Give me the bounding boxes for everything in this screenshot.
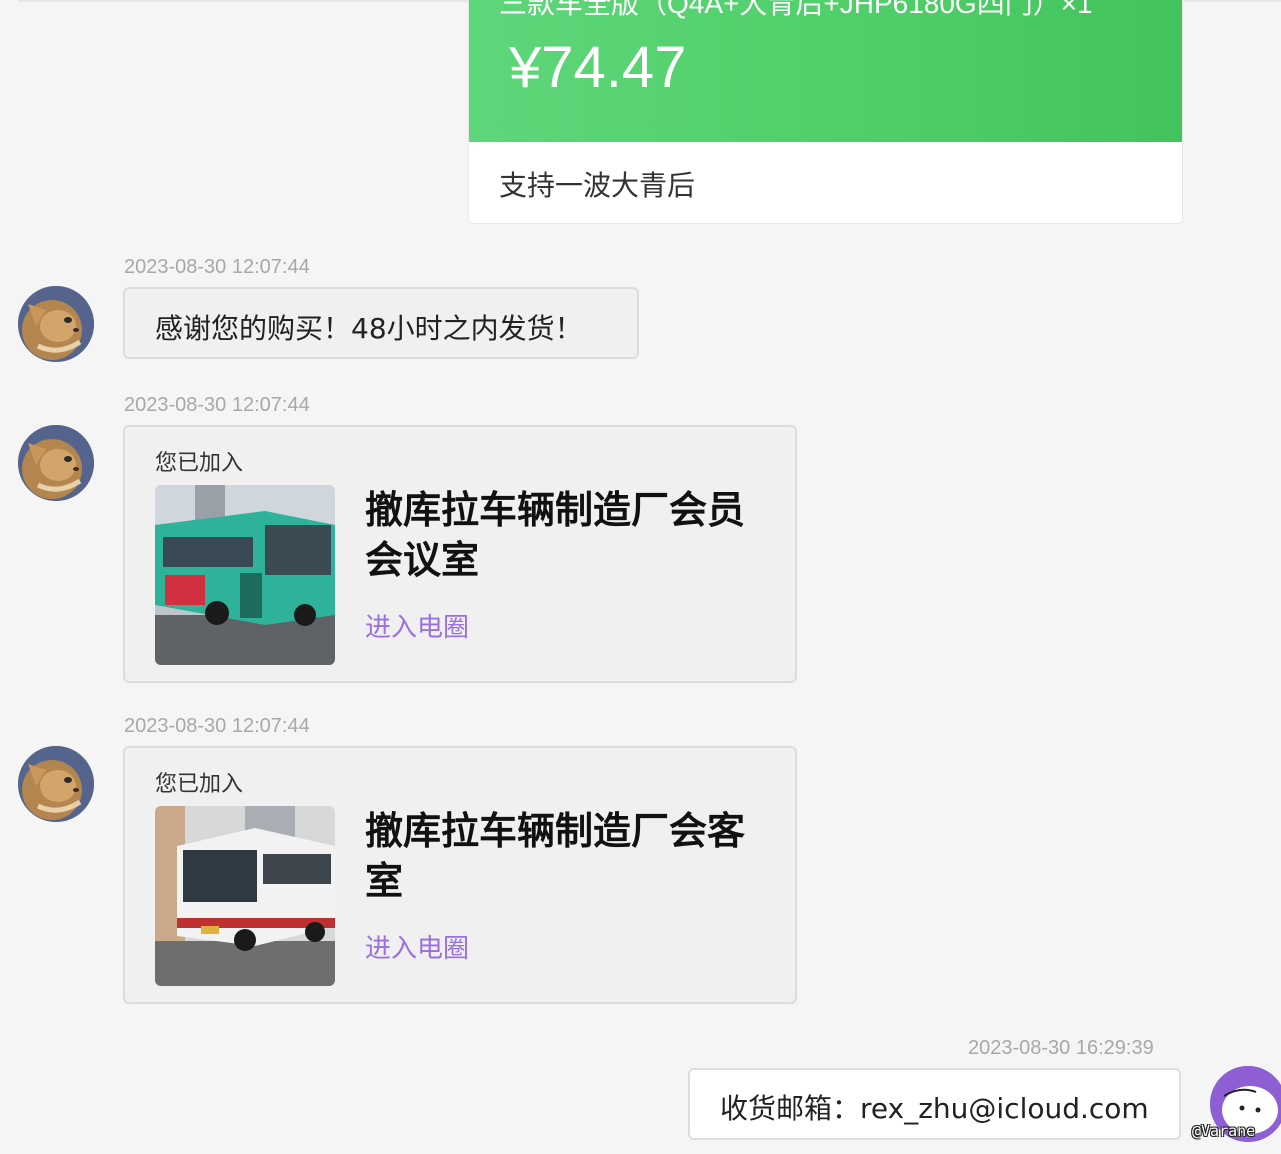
order-card-header: 三款车全版（Q4A+大青后+JHP6180G四门）×1 ¥74.47	[469, 0, 1182, 142]
card-title: 撤库拉车辆制造厂会员会议室	[365, 488, 746, 582]
watermark: @Varane	[1192, 1122, 1256, 1140]
card-label: 您已加入	[155, 772, 244, 797]
message-timestamp: 2023-08-30 16:29:39	[968, 1037, 1154, 1059]
white-bus-thumbnail	[155, 806, 335, 986]
my-chat-bubble-text: 收货邮箱：rex_zhu@icloud.com	[720, 1092, 1149, 1125]
group-invite-card[interactable]: 您已加入 撤库拉车辆制造厂会客室 进入电圈	[123, 746, 797, 1004]
message-timestamp: 2023-08-30 12:07:44	[124, 715, 310, 737]
chat-bubble[interactable]: 感谢您的购买！48小时之内发货！	[123, 287, 639, 359]
order-price: ¥74.47	[509, 35, 687, 100]
message-timestamp: 2023-08-30 12:07:44	[124, 256, 310, 278]
order-card[interactable]: 三款车全版（Q4A+大青后+JHP6180G四门）×1 ¥74.47 支持一波大…	[468, 0, 1183, 224]
cat-avatar-icon[interactable]	[18, 746, 94, 822]
enter-circle-link[interactable]: 进入电圈	[365, 607, 469, 644]
cat-avatar-icon[interactable]	[18, 425, 94, 501]
cat-avatar-icon[interactable]	[18, 286, 94, 362]
card-title: 撤库拉车辆制造厂会客室	[365, 809, 746, 903]
my-chat-bubble[interactable]: 收货邮箱：rex_zhu@icloud.com	[688, 1068, 1181, 1140]
chat-bubble-text: 感谢您的购买！48小时之内发货！	[155, 312, 583, 345]
green-bus-thumbnail	[155, 485, 335, 665]
order-product-name: 三款车全版（Q4A+大青后+JHP6180G四门）×1	[499, 0, 1093, 19]
message-timestamp: 2023-08-30 12:07:44	[124, 394, 310, 416]
enter-circle-link[interactable]: 进入电圈	[365, 928, 469, 965]
group-invite-card[interactable]: 您已加入 撤库拉车辆制造厂会员会议室 进入电圈	[123, 425, 797, 683]
card-label: 您已加入	[155, 451, 244, 476]
order-note: 支持一波大青后	[499, 169, 696, 202]
